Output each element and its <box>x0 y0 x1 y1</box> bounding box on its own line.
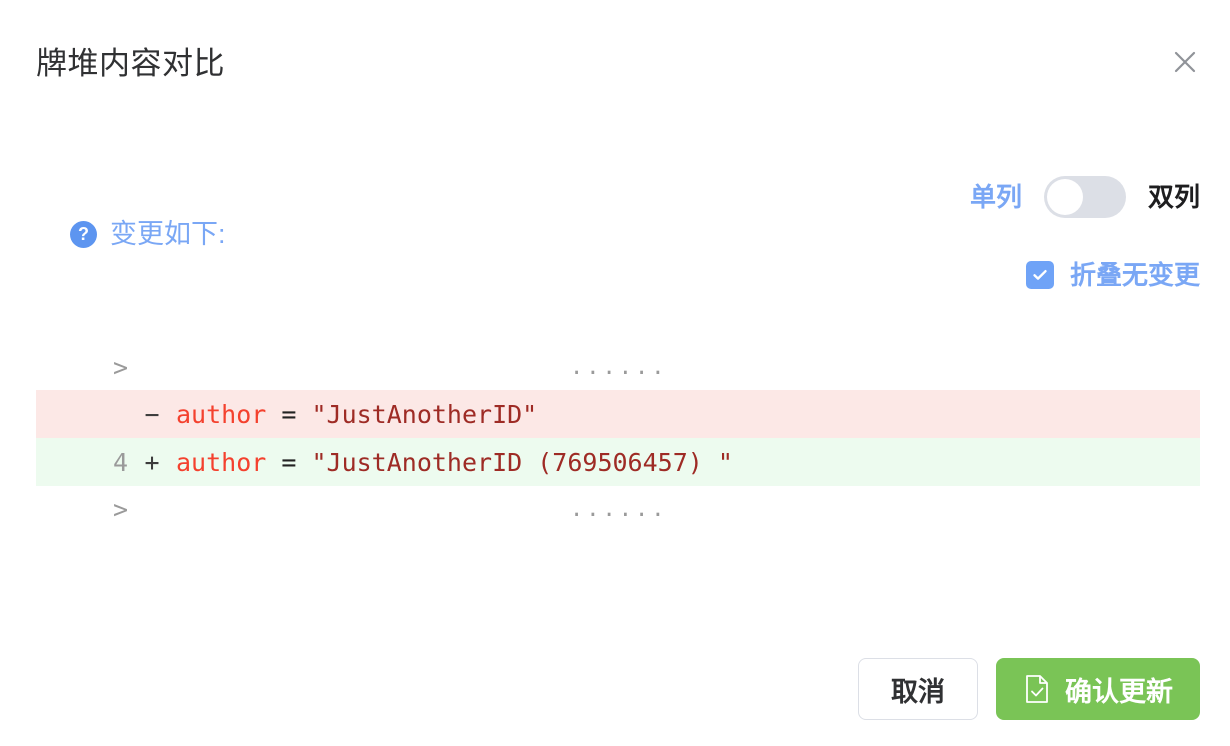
code-token-operator: = <box>266 447 312 477</box>
column-mode-toggle-group: 单列 双列 <box>970 175 1200 219</box>
code-token-string: "JustAnotherID" <box>311 399 538 429</box>
dialog-footer: 取消 确认更新 <box>858 658 1200 720</box>
diff-sign-plus: + <box>144 447 160 477</box>
dialog-header: 牌堆内容对比 <box>0 0 1230 110</box>
collapsed-ellipsis: ...... <box>570 496 668 522</box>
diff-code-line: author = "JustAnotherID" <box>176 400 1200 429</box>
diff-sign-minus: − <box>144 399 160 429</box>
document-check-icon <box>1023 674 1051 704</box>
collapse-unchanged-label: 折叠无变更 <box>1069 260 1200 290</box>
code-token-string: "JustAnotherID (769506457) " <box>311 447 733 477</box>
options-area: ? 变更如下: 单列 双列 折叠无变更 <box>0 160 1230 320</box>
collapse-unchanged-checkbox[interactable] <box>1025 261 1054 289</box>
code-token-operator: = <box>266 399 312 429</box>
double-column-label[interactable]: 双列 <box>1148 182 1200 212</box>
changes-heading-label: 变更如下: <box>110 219 226 249</box>
close-icon <box>1171 48 1199 76</box>
expand-chevron-icon[interactable]: > <box>36 495 128 524</box>
diff-viewer: > ...... − author = "JustAnotherID" 4 + … <box>36 344 1200 532</box>
changes-heading: ? 变更如下: <box>70 218 226 250</box>
question-mark-circle-icon[interactable]: ? <box>70 220 97 248</box>
cancel-button[interactable]: 取消 <box>858 658 978 720</box>
diff-collapsed-row[interactable]: > ...... <box>36 344 1200 390</box>
code-token-key: author <box>176 447 267 477</box>
confirm-update-button[interactable]: 确认更新 <box>996 658 1200 720</box>
diff-collapsed-row[interactable]: > ...... <box>36 486 1200 532</box>
diff-code-line: author = "JustAnotherID (769506457) " <box>176 448 1200 477</box>
line-number: 4 <box>112 447 128 477</box>
single-column-label[interactable]: 单列 <box>970 182 1022 212</box>
switch-knob <box>1046 179 1083 215</box>
close-button[interactable] <box>1167 44 1203 80</box>
collapsed-ellipsis: ...... <box>570 354 668 380</box>
page-title: 牌堆内容对比 <box>36 46 225 81</box>
diff-row-removed: − author = "JustAnotherID" <box>36 390 1200 438</box>
code-token-key: author <box>176 399 267 429</box>
expand-chevron-icon[interactable]: > <box>36 353 128 382</box>
confirm-update-label: 确认更新 <box>1065 676 1173 707</box>
column-mode-switch[interactable] <box>1043 176 1126 218</box>
diff-row-added: 4 + author = "JustAnotherID (769506457) … <box>36 438 1200 486</box>
check-icon <box>1031 266 1049 284</box>
collapse-unchanged-checkbox-row[interactable]: 折叠无变更 <box>1025 260 1200 290</box>
